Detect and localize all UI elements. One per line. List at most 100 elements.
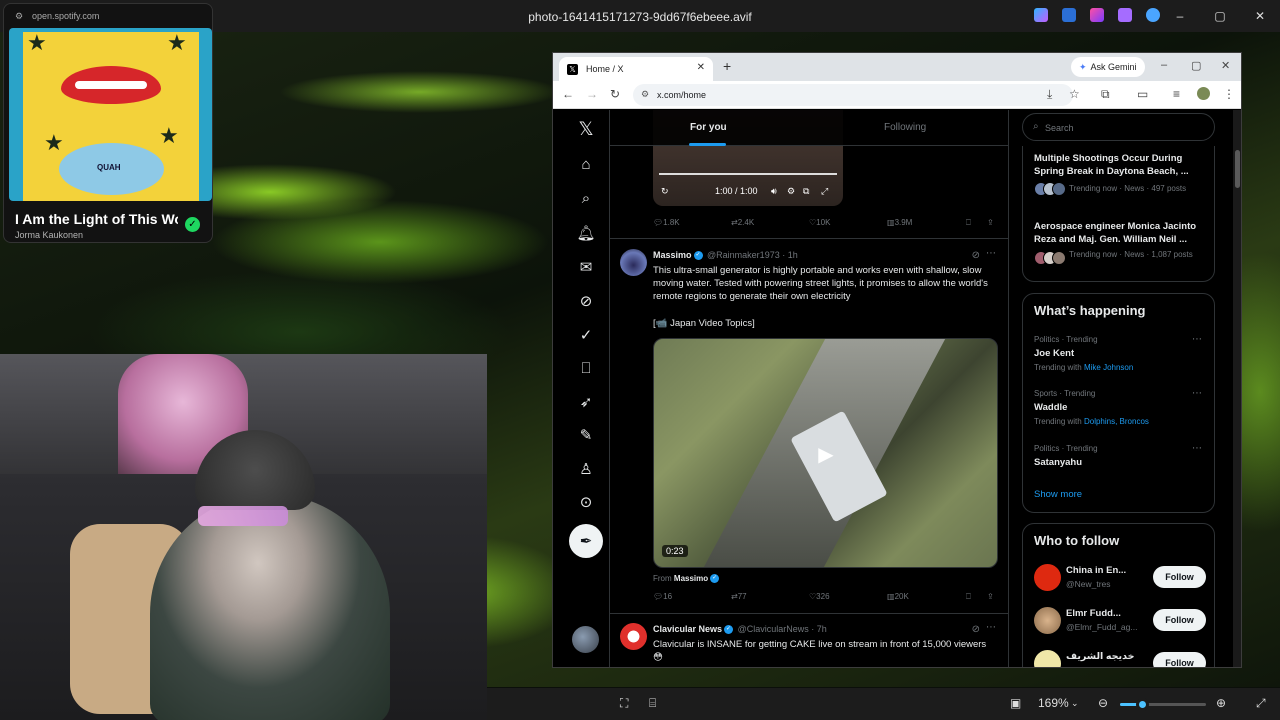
crop-icon[interactable]: ⛶ bbox=[620, 696, 628, 711]
forward-icon[interactable]: → bbox=[586, 87, 598, 101]
bookmark-icon[interactable]: ⎕ bbox=[966, 218, 971, 228]
track-artist[interactable]: Jorma Kaukonen bbox=[15, 230, 83, 240]
post-avatar[interactable] bbox=[620, 249, 647, 276]
fullscreen-icon[interactable]: ⤢ bbox=[1256, 696, 1266, 711]
post-author-name[interactable]: Clavicular News bbox=[653, 624, 722, 634]
tab-following[interactable]: Following bbox=[884, 122, 926, 133]
site-info-icon[interactable]: ⚙ bbox=[15, 11, 23, 22]
saved-check-icon[interactable]: ✓ bbox=[185, 217, 200, 232]
page-scrollbar[interactable] bbox=[1233, 110, 1241, 667]
maximize-button[interactable]: ▢ bbox=[1200, 0, 1240, 32]
news-title[interactable]: Aerospace engineer Monica Jacinto Reza a… bbox=[1034, 220, 1204, 246]
repost-button[interactable]: ⇄ 77 bbox=[731, 592, 747, 601]
avatar[interactable] bbox=[1034, 607, 1061, 634]
tab-close-icon[interactable]: ✕ bbox=[697, 62, 705, 73]
avatar[interactable] bbox=[1034, 650, 1061, 667]
settings-icon[interactable]: ⚙ bbox=[787, 186, 795, 197]
reload-icon[interactable]: ↻ bbox=[610, 87, 620, 101]
repost-button[interactable]: ⇄ 2.4K bbox=[731, 218, 754, 227]
scrollbar-thumb[interactable] bbox=[1235, 150, 1240, 188]
account-name[interactable]: خديجه الشريف bbox=[1066, 651, 1146, 662]
from-name[interactable]: Massimo bbox=[674, 574, 708, 583]
close-button[interactable]: ✕ bbox=[1240, 0, 1280, 32]
text-scan-icon[interactable]: ⌸ bbox=[649, 696, 656, 711]
post-avatar[interactable] bbox=[620, 623, 647, 650]
trend-with-link[interactable]: Dolphins, Broncos bbox=[1084, 417, 1149, 426]
chevron-down-icon[interactable]: ⌄ bbox=[1071, 698, 1079, 709]
notifications-icon[interactable]: 🔔︎ bbox=[575, 224, 597, 242]
grok-analyze-icon[interactable]: ⊘ bbox=[972, 624, 980, 635]
compose-post-button[interactable]: ✒ bbox=[569, 524, 603, 558]
trend-more-icon[interactable]: ⋯ bbox=[1192, 334, 1202, 345]
reply-button[interactable]: 💬︎ 1.8K bbox=[653, 218, 680, 227]
app-icon[interactable] bbox=[1118, 8, 1132, 22]
follow-button[interactable]: Follow bbox=[1153, 609, 1206, 631]
install-app-icon[interactable]: ⤓ bbox=[1047, 87, 1052, 102]
zoom-slider-knob[interactable] bbox=[1136, 698, 1149, 711]
extensions-icon[interactable]: ⧉ bbox=[1101, 87, 1110, 102]
back-icon[interactable]: ← bbox=[562, 87, 574, 101]
articles-icon[interactable]: ✎ bbox=[575, 426, 597, 444]
app-icon[interactable] bbox=[1090, 8, 1104, 22]
site-info-icon[interactable]: ⚙ bbox=[641, 89, 649, 100]
search-input[interactable]: ⌕ Search bbox=[1022, 113, 1215, 141]
views-button[interactable]: ▥ 20K bbox=[887, 592, 909, 601]
post-video[interactable]: ▶ 0:23 bbox=[653, 338, 998, 568]
follow-button[interactable]: Follow bbox=[1153, 566, 1206, 588]
post-more-icon[interactable]: ⋯ bbox=[986, 248, 996, 259]
trend-more-icon[interactable]: ⋯ bbox=[1192, 388, 1202, 399]
ask-gemini-button[interactable]: ✦ Ask Gemini bbox=[1071, 57, 1145, 77]
browser-minimize-button[interactable]: – bbox=[1161, 59, 1167, 71]
bookmark-icon[interactable]: ⎕ bbox=[966, 592, 971, 602]
copilot-icon[interactable] bbox=[1034, 8, 1048, 22]
play-icon[interactable]: ▶ bbox=[803, 431, 849, 477]
replay-icon[interactable]: ↻ bbox=[661, 186, 669, 197]
post-author-handle[interactable]: @ClavicularNews · 7h bbox=[738, 624, 827, 634]
trend-name[interactable]: Waddle bbox=[1034, 402, 1067, 413]
pip-icon[interactable]: ⧉ bbox=[803, 186, 809, 197]
share-icon[interactable]: ⇪ bbox=[987, 218, 994, 227]
media-icon[interactable]: ≡ bbox=[1173, 87, 1180, 101]
x-logo-icon[interactable]: 𝕏 bbox=[575, 118, 597, 141]
sidepanel-icon[interactable]: ▭ bbox=[1137, 87, 1148, 101]
volume-icon[interactable]: 🔊︎ bbox=[771, 186, 777, 197]
spotify-miniplayer[interactable]: ⚙ open.spotify.com QUAH ★ ★ ★ ★ I Am the… bbox=[3, 3, 213, 243]
verified-icon[interactable]: ✓ bbox=[575, 326, 597, 344]
fullscreen-icon[interactable]: ⤢ bbox=[821, 186, 828, 197]
zoom-slider[interactable] bbox=[1120, 698, 1206, 711]
bookmark-star-icon[interactable]: ☆ bbox=[1069, 87, 1080, 101]
zoom-out-icon[interactable]: ⊖ bbox=[1098, 696, 1108, 710]
cloud-icon[interactable] bbox=[1146, 8, 1160, 22]
like-button[interactable]: ♡ 326 bbox=[809, 592, 830, 601]
tab-for-you[interactable]: For you bbox=[690, 122, 727, 133]
search-icon[interactable]: ⌕ bbox=[575, 190, 597, 207]
minimize-button[interactable]: – bbox=[1160, 0, 1200, 32]
app-icon[interactable] bbox=[1062, 8, 1076, 22]
avatar[interactable] bbox=[1034, 564, 1061, 591]
browser-maximize-button[interactable]: ▢ bbox=[1191, 59, 1201, 72]
zoom-in-icon[interactable]: ⊕ bbox=[1216, 696, 1226, 710]
messages-icon[interactable]: ✉ bbox=[575, 258, 597, 276]
views-button[interactable]: ▥ 3.9M bbox=[887, 218, 912, 227]
home-icon[interactable]: ⌂ bbox=[575, 156, 597, 173]
account-avatar[interactable] bbox=[572, 626, 599, 653]
follow-button[interactable]: Follow bbox=[1153, 652, 1206, 667]
menu-icon[interactable]: ⋮ bbox=[1223, 87, 1235, 101]
show-more-link[interactable]: Show more bbox=[1034, 489, 1082, 500]
account-name[interactable]: China in En... bbox=[1066, 565, 1146, 576]
grok-icon[interactable]: ⊘ bbox=[575, 292, 597, 310]
bookmarks-icon[interactable]: ⎕ bbox=[575, 360, 597, 377]
grok-analyze-icon[interactable]: ⊘ bbox=[972, 250, 980, 261]
fit-screen-icon[interactable]: ▣ bbox=[1010, 696, 1021, 710]
tab-home-x[interactable]: 𝕏 Home / X ✕ bbox=[559, 57, 713, 81]
zoom-level[interactable]: 169% bbox=[1038, 696, 1069, 710]
trend-name[interactable]: Satanyahu bbox=[1034, 457, 1082, 468]
browser-close-button[interactable]: ✕ bbox=[1221, 59, 1230, 72]
profile-avatar-icon[interactable] bbox=[1197, 87, 1210, 100]
jobs-rocket-icon[interactable]: ➶ bbox=[575, 393, 597, 411]
like-button[interactable]: ♡ 10K bbox=[809, 218, 830, 227]
news-title[interactable]: Multiple Shootings Occur During Spring B… bbox=[1034, 152, 1204, 178]
account-name[interactable]: Elmr Fudd... bbox=[1066, 608, 1146, 619]
profile-icon[interactable]: ♙ bbox=[575, 460, 597, 478]
new-tab-icon[interactable]: + bbox=[723, 58, 731, 74]
